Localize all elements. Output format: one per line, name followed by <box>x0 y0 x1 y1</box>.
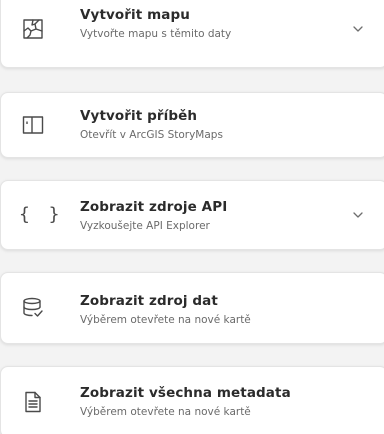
create-story-subtitle: Otevřít v ArcGIS StoryMaps <box>80 129 223 141</box>
map-icon <box>21 17 45 41</box>
document-icon <box>21 390 45 414</box>
view-api-resources-title: Zobrazit zdroje API <box>80 199 228 215</box>
create-map-title: Vytvořit mapu <box>80 7 190 23</box>
create-map-subtitle: Vytvořte mapu s těmito daty <box>80 28 232 40</box>
view-data-source-card[interactable]: Zobrazit zdroj dat Výběrem otevřete na n… <box>0 272 384 344</box>
create-story-card[interactable]: Vytvořit příběh Otevřít v ArcGIS StoryMa… <box>0 92 384 158</box>
chevron-down-icon[interactable] <box>351 22 365 36</box>
action-card-list: Vytvořit mapu Vytvořte mapu s těmito dat… <box>0 0 384 434</box>
storymap-icon <box>21 113 45 137</box>
view-api-resources-subtitle: Vyzkoušejte API Explorer <box>80 220 210 232</box>
chevron-down-icon[interactable] <box>351 208 365 222</box>
view-all-metadata-card[interactable]: Zobrazit všechna metadata Výběrem otevře… <box>0 366 384 434</box>
view-api-resources-card[interactable]: { } Zobrazit zdroje API Vyzkoušejte API … <box>0 180 384 250</box>
database-icon <box>21 296 45 320</box>
view-data-source-subtitle: Výběrem otevřete na nové kartě <box>80 314 251 326</box>
view-data-source-title: Zobrazit zdroj dat <box>80 293 218 309</box>
view-all-metadata-subtitle: Výběrem otevřete na nové kartě <box>80 406 251 418</box>
create-map-card[interactable]: Vytvořit mapu Vytvořte mapu s těmito dat… <box>0 0 384 68</box>
code-braces-icon: { } <box>19 204 64 225</box>
create-story-title: Vytvořit příběh <box>80 108 198 124</box>
view-all-metadata-title: Zobrazit všechna metadata <box>80 385 291 401</box>
